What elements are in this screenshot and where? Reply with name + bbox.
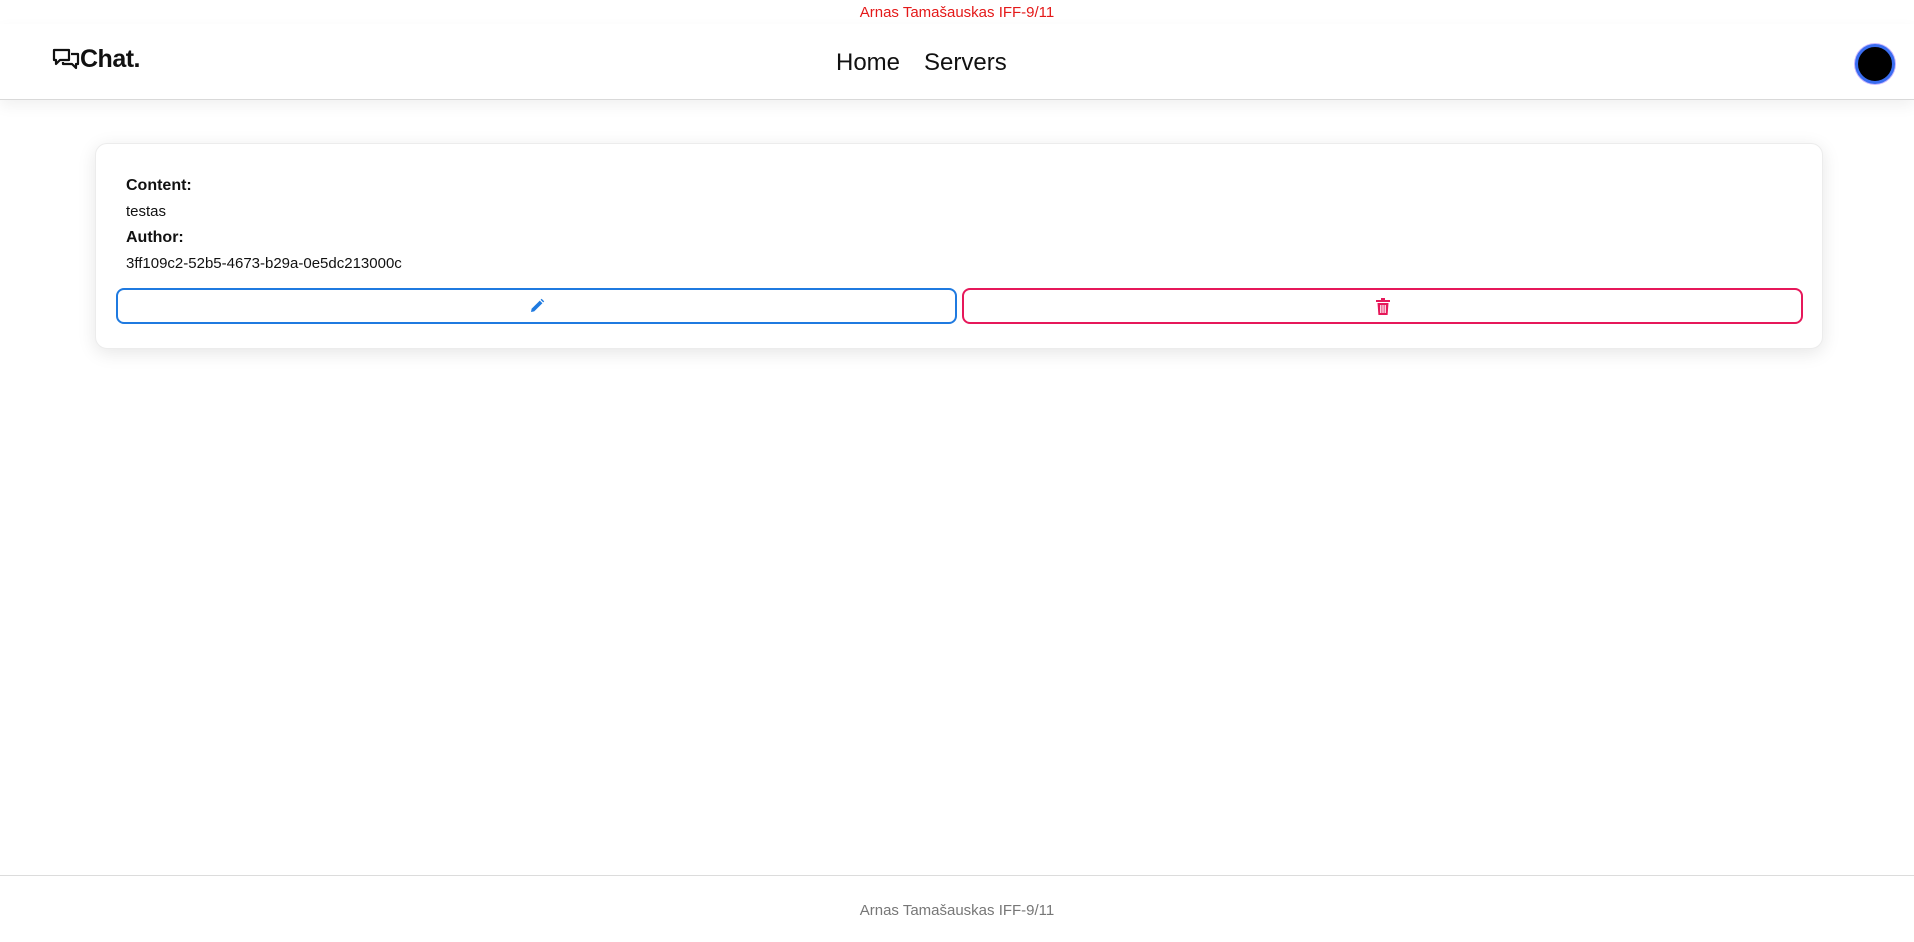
- content-label: Content:: [126, 177, 192, 194]
- chat-bubbles-icon: [52, 48, 80, 70]
- trash-icon: [1375, 297, 1390, 315]
- user-avatar[interactable]: [1855, 44, 1895, 84]
- navbar: Chat. Home Servers: [0, 24, 1914, 100]
- author-value: 3ff109c2-52b5-4673-b29a-0e5dc213000c: [126, 255, 402, 272]
- nav-link-home[interactable]: Home: [836, 48, 900, 78]
- content-value: testas: [126, 203, 167, 220]
- nav-links: Home Servers: [836, 48, 1007, 78]
- top-banner: Arnas Tamašauskas IFF-9/11: [859, 4, 1055, 21]
- delete-button[interactable]: [962, 288, 1803, 324]
- message-card: Content: testas Author: 3ff109c2-52b5-46…: [95, 143, 1823, 349]
- footer-text: Arnas Tamašauskas IFF-9/11: [859, 902, 1055, 919]
- brand-name: Chat.: [80, 45, 141, 73]
- page: Arnas Tamašauskas IFF-9/11 Chat. Home Se…: [0, 0, 1914, 942]
- nav-link-servers[interactable]: Servers: [924, 48, 1007, 78]
- author-label: Author:: [126, 229, 184, 246]
- pencil-icon: [530, 298, 544, 312]
- footer: Arnas Tamašauskas IFF-9/11: [0, 875, 1914, 942]
- edit-button[interactable]: [116, 288, 957, 324]
- brand-logo[interactable]: Chat.: [52, 43, 141, 73]
